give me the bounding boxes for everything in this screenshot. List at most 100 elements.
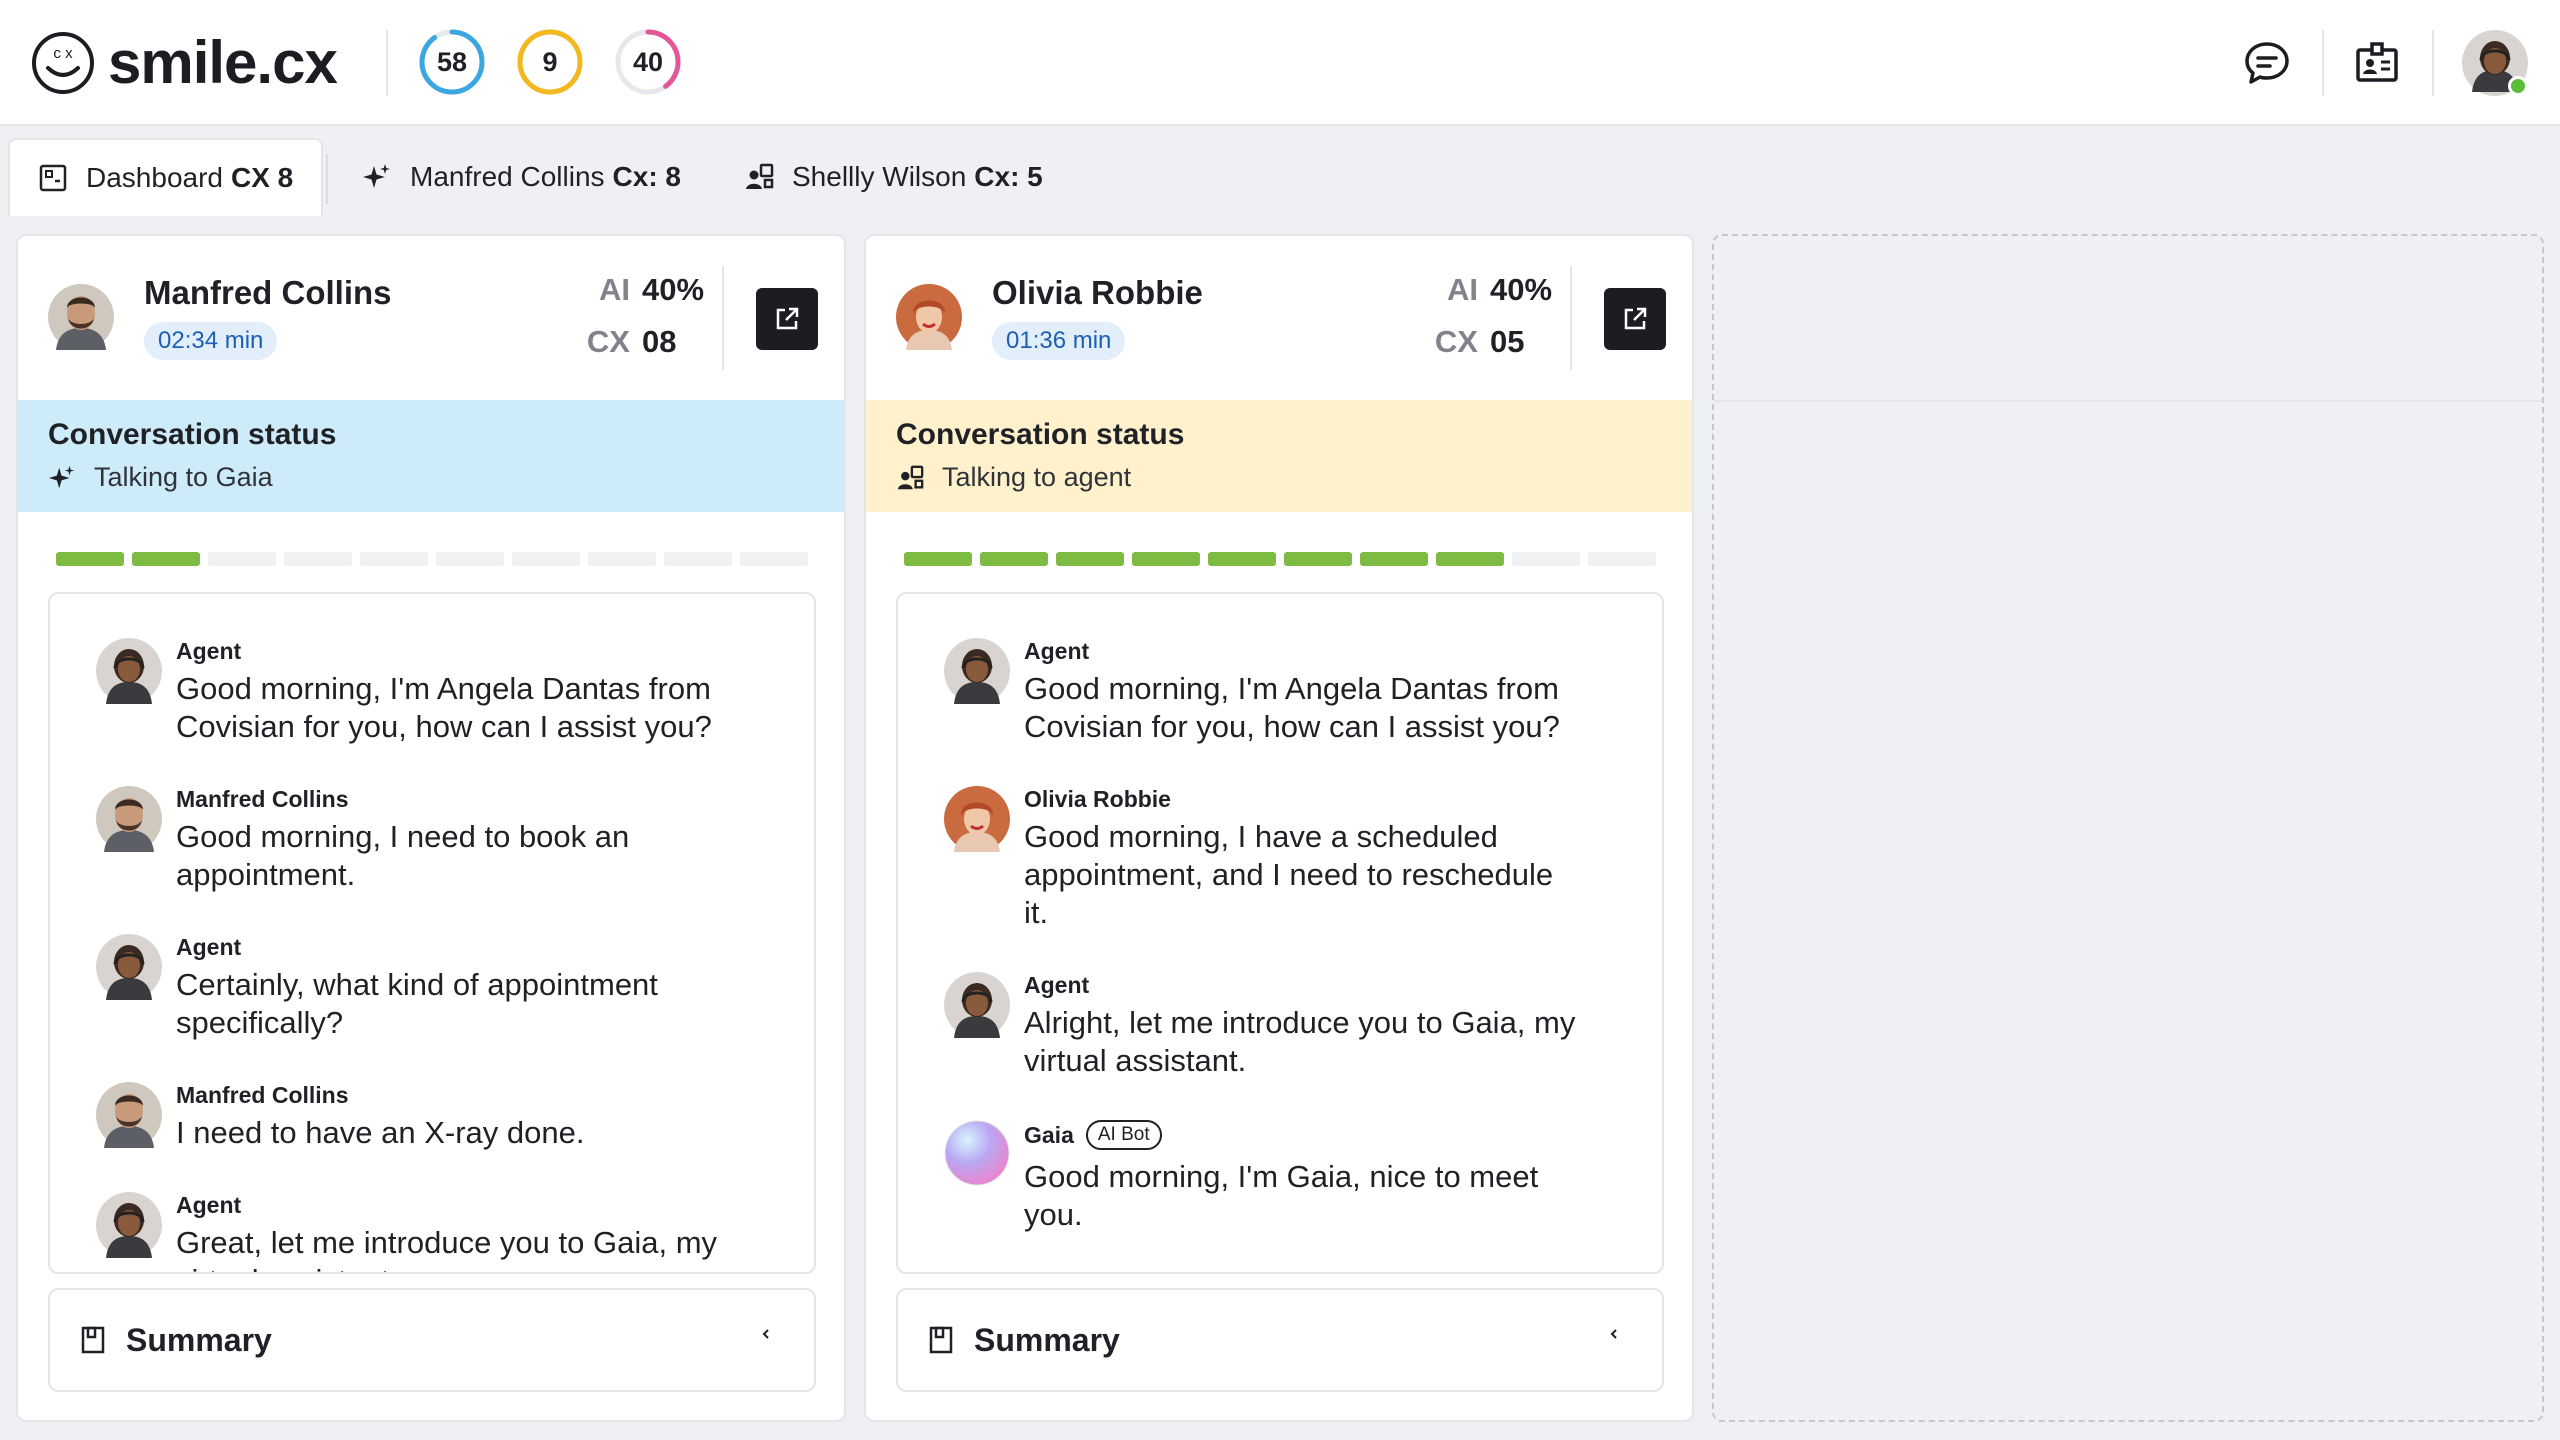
ai-label: AI xyxy=(599,272,630,307)
message-author: Agent xyxy=(176,934,242,960)
conversation-status: Conversation status Talking to Gaia xyxy=(18,400,844,512)
empty-conversation-slot[interactable] xyxy=(1712,234,2544,1422)
progress-segment xyxy=(512,552,580,566)
customer-avatar xyxy=(96,1082,162,1148)
message-text: Good morning, I'm Angela Dantas from Cov… xyxy=(1024,671,1560,744)
progress-segment xyxy=(56,552,124,566)
divider xyxy=(386,30,388,96)
open-external-button[interactable] xyxy=(1604,288,1666,350)
conversation-progress xyxy=(56,552,808,566)
kpi-ring-2[interactable]: 9 xyxy=(516,28,584,96)
tab-label: Manfred Collins xyxy=(410,161,605,192)
external-link-icon xyxy=(1624,307,1647,330)
id-badge-icon[interactable] xyxy=(2352,38,2402,88)
tab-label: Shellly Wilson xyxy=(792,161,967,192)
sparkle-icon xyxy=(48,465,75,488)
message-text: I need to have an X-ray done. xyxy=(176,1115,585,1150)
dashboard-icon xyxy=(39,164,67,192)
external-link-icon xyxy=(776,307,799,330)
tab-dashboard[interactable]: Dashboard CX 8 xyxy=(8,138,324,216)
tab-label: Dashboard xyxy=(86,162,223,193)
customer-avatar xyxy=(96,786,162,852)
progress-segment xyxy=(1208,552,1276,566)
logo[interactable]: c x smile.cx xyxy=(30,29,338,96)
ai-label: AI xyxy=(1447,272,1478,307)
ai-value: 40% xyxy=(1490,272,1553,307)
progress-segment xyxy=(1284,552,1352,566)
tab-count: Cx: 5 xyxy=(974,161,1043,192)
chat-transcript[interactable]: Agent Good morning, I'm Angela Dantas fr… xyxy=(48,592,816,1274)
kpi-ring-3[interactable]: 40 xyxy=(614,28,682,96)
progress-segment xyxy=(588,552,656,566)
message-text: Certainly, what kind of appointment spec… xyxy=(176,967,658,1040)
message-text: Good morning, I'm Gaia, nice to meet you… xyxy=(1024,1159,1539,1232)
progress-segment xyxy=(1512,552,1580,566)
message-author: Agent xyxy=(176,638,242,664)
chevron-left-icon[interactable] xyxy=(1606,1326,1622,1342)
logo-text: smile.cx xyxy=(108,29,338,96)
message-author: Agent xyxy=(1024,638,1090,664)
summary-section[interactable]: Summary xyxy=(896,1288,1664,1392)
customer-name: Olivia Robbie xyxy=(992,274,1203,311)
kpi-value: 58 xyxy=(436,47,468,77)
customer-avatar xyxy=(48,284,114,350)
progress-segment xyxy=(436,552,504,566)
status-text: Talking to agent xyxy=(942,462,1132,492)
message-text: Alright, let me introduce you to Gaia, m… xyxy=(1024,1005,1576,1078)
progress-segment xyxy=(904,552,972,566)
agent-icon xyxy=(897,465,924,489)
summary-section[interactable]: Summary xyxy=(48,1288,816,1392)
agent-avatar xyxy=(96,934,162,1000)
open-external-button[interactable] xyxy=(756,288,818,350)
divider xyxy=(326,154,328,204)
ai-bot-badge: AI Bot xyxy=(1085,1120,1162,1150)
cx-value: 05 xyxy=(1490,324,1525,359)
tab-shellly-wilson[interactable]: Shellly Wilson Cx: 5 xyxy=(744,138,1043,216)
gaia-bot-avatar xyxy=(944,1120,1010,1186)
chat-transcript[interactable]: Agent Good morning, I'm Angela Dantas fr… xyxy=(896,592,1664,1274)
progress-segment xyxy=(1588,552,1656,566)
divider xyxy=(1570,266,1572,370)
customer-avatar xyxy=(944,786,1010,852)
online-status-indicator xyxy=(2508,76,2528,96)
notebook-icon xyxy=(929,1326,953,1354)
chat-bubble-icon[interactable] xyxy=(2242,38,2292,88)
status-title: Conversation status xyxy=(48,418,337,451)
progress-segment xyxy=(360,552,428,566)
agent-avatar xyxy=(944,972,1010,1038)
kpi-value: 40 xyxy=(632,47,664,77)
divider xyxy=(1714,400,2542,402)
sparkle-icon xyxy=(363,164,390,188)
kpi-rings: 58 9 40 xyxy=(418,28,682,96)
summary-label: Summary xyxy=(974,1321,1120,1358)
tab-manfred-collins[interactable]: Manfred Collins Cx: 8 xyxy=(362,138,681,216)
progress-segment xyxy=(664,552,732,566)
card-header: Olivia Robbie 01:36 min AI 40% CX 05 xyxy=(866,236,1692,400)
conversation-progress xyxy=(904,552,1656,566)
progress-segment xyxy=(1056,552,1124,566)
kpi-ring-1[interactable]: 58 xyxy=(418,28,486,96)
agent-avatar xyxy=(944,638,1010,704)
tab-count: CX 8 xyxy=(230,162,294,193)
cx-label: CX xyxy=(586,324,630,359)
message-author: Gaia AI Bot xyxy=(1024,1120,1162,1150)
tab-bar: Dashboard CX 8 Manfred Collins Cx: 8 She… xyxy=(0,126,2560,216)
divider xyxy=(2322,30,2324,96)
kpi-value: 9 xyxy=(542,47,558,77)
svg-text:c x: c x xyxy=(53,45,73,62)
message-author: Manfred Collins xyxy=(176,1082,349,1108)
chevron-left-icon[interactable] xyxy=(758,1326,774,1342)
conversation-status: Conversation status Talking to agent xyxy=(866,400,1692,512)
customer-name: Manfred Collins xyxy=(144,274,392,311)
message-text: Good morning, I need to book an appointm… xyxy=(176,819,630,892)
agent-avatar xyxy=(96,638,162,704)
customer-avatar xyxy=(896,284,962,350)
message-text: Good morning, I have a scheduled appoint… xyxy=(1024,819,1554,930)
progress-segment xyxy=(1436,552,1504,566)
progress-segment xyxy=(1132,552,1200,566)
conversation-card-manfred-collins: Manfred Collins 02:34 min AI 40% CX 08 C… xyxy=(16,234,846,1422)
tab-count: Cx: 8 xyxy=(612,161,681,192)
progress-segment xyxy=(132,552,200,566)
notebook-icon xyxy=(81,1326,105,1354)
ai-value: 40% xyxy=(642,272,705,307)
